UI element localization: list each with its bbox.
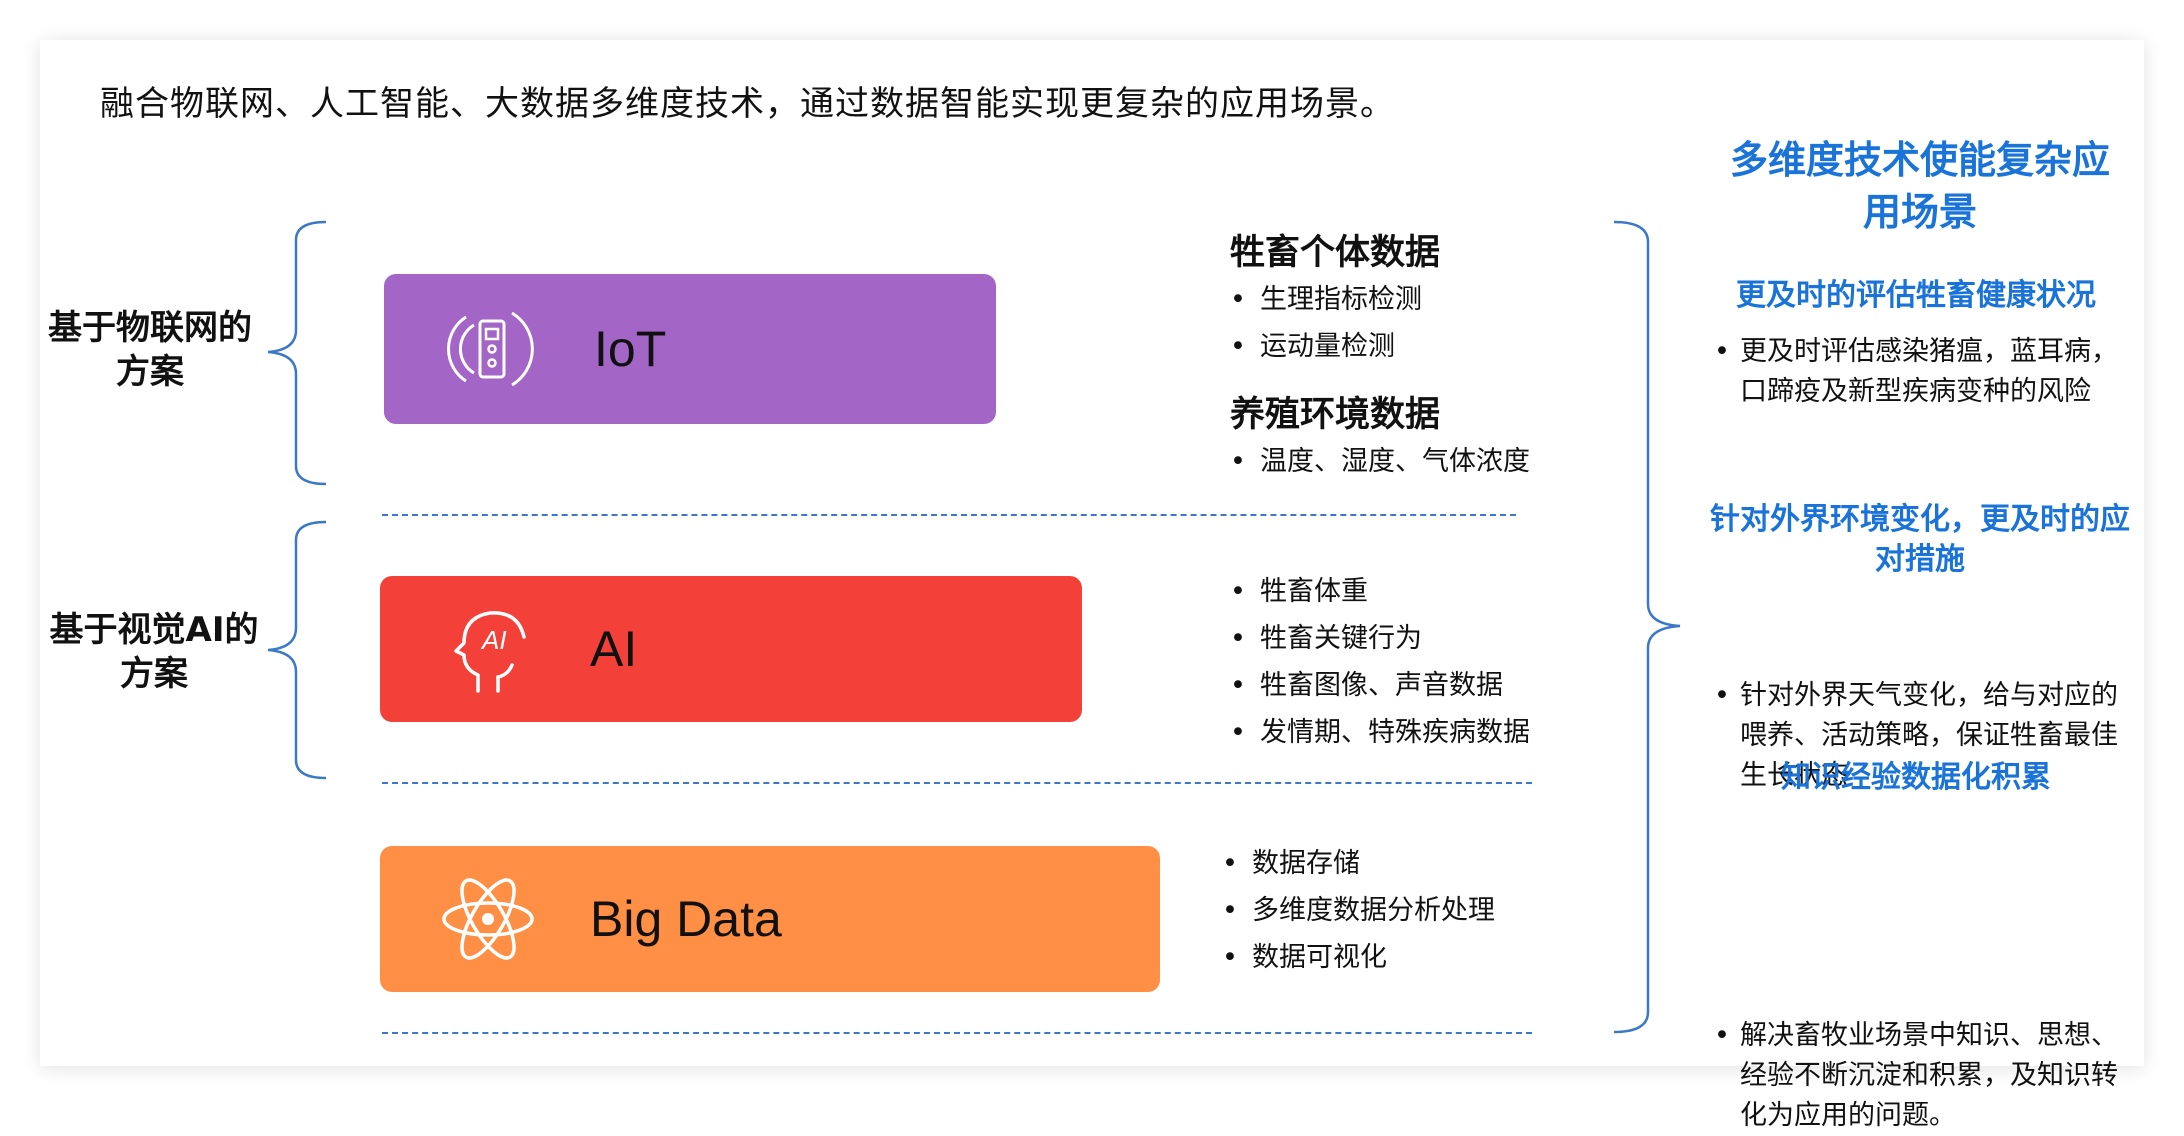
- right-text-1: 更及时评估感染猪瘟，蓝耳病，口蹄疫及新型疾病变种的风险: [1710, 332, 2130, 412]
- iot-label: IoT: [594, 321, 667, 377]
- separator-1: [382, 514, 1516, 516]
- ai-box: AI AI: [380, 576, 1082, 722]
- list-item: 生理指标检测: [1230, 276, 1422, 323]
- bigdata-list: 数据存储 多维度数据分析处理 数据可视化: [1222, 840, 1495, 981]
- right-brace: [1613, 220, 1681, 1034]
- list-item: 牲畜关键行为: [1230, 615, 1530, 662]
- ai-data-list: 牲畜体重 牲畜关键行为 牲畜图像、声音数据 发情期、特殊疾病数据: [1230, 568, 1530, 756]
- list-item: 多维度数据分析处理: [1222, 887, 1495, 934]
- iot-box: IoT: [384, 274, 996, 424]
- bigdata-label: Big Data: [590, 891, 782, 947]
- svg-text:AI: AI: [480, 625, 507, 655]
- headline: 融合物联网、人工智能、大数据多维度技术，通过数据智能实现更复杂的应用场景。: [100, 84, 1395, 124]
- atom-icon: [442, 878, 534, 960]
- right-title: 多维度技术使能复杂应用场景: [1729, 138, 2110, 234]
- right-subtitle-1: 更及时的评估牲畜健康状况: [1736, 278, 2096, 313]
- ai-label: AI: [590, 621, 638, 677]
- separator-2: [382, 782, 1532, 784]
- right-text-3: 解决畜牧业场景中知识、思想、经验不断沉淀和积累，及知识转化为应用的问题。: [1710, 1016, 2130, 1136]
- group-label-ai: 基于视觉AI的方案: [49, 610, 259, 694]
- list-item: 温度、湿度、气体浓度: [1230, 438, 1530, 485]
- separator-3: [382, 1032, 1532, 1034]
- list-item: 运动量检测: [1230, 323, 1422, 370]
- iot-section2-title: 养殖环境数据: [1230, 395, 1441, 435]
- list-item: 牲畜图像、声音数据: [1230, 662, 1530, 709]
- iot-section1-title: 牲畜个体数据: [1230, 233, 1441, 273]
- list-item: 发情期、特殊疾病数据: [1230, 709, 1530, 756]
- bigdata-box: Big Data: [380, 846, 1160, 992]
- list-item: 数据存储: [1222, 840, 1495, 887]
- iot-device-icon: [447, 311, 534, 387]
- left-brace-ai: [267, 520, 327, 780]
- group-label-iot: 基于物联网的方案: [48, 308, 252, 392]
- list-item: 牲畜体重: [1230, 568, 1530, 615]
- list-item: 数据可视化: [1222, 934, 1495, 981]
- iot-section2-list: 温度、湿度、气体浓度: [1230, 438, 1530, 485]
- right-subtitle-3: 知识经验数据化积累: [1781, 760, 2051, 795]
- right-subtitle-2: 针对外界环境变化，更及时的应对措施: [1710, 502, 2130, 577]
- left-brace-iot: [267, 220, 327, 486]
- ai-head-icon: AI: [454, 611, 526, 693]
- iot-section1-list: 生理指标检测 运动量检测: [1230, 276, 1422, 370]
